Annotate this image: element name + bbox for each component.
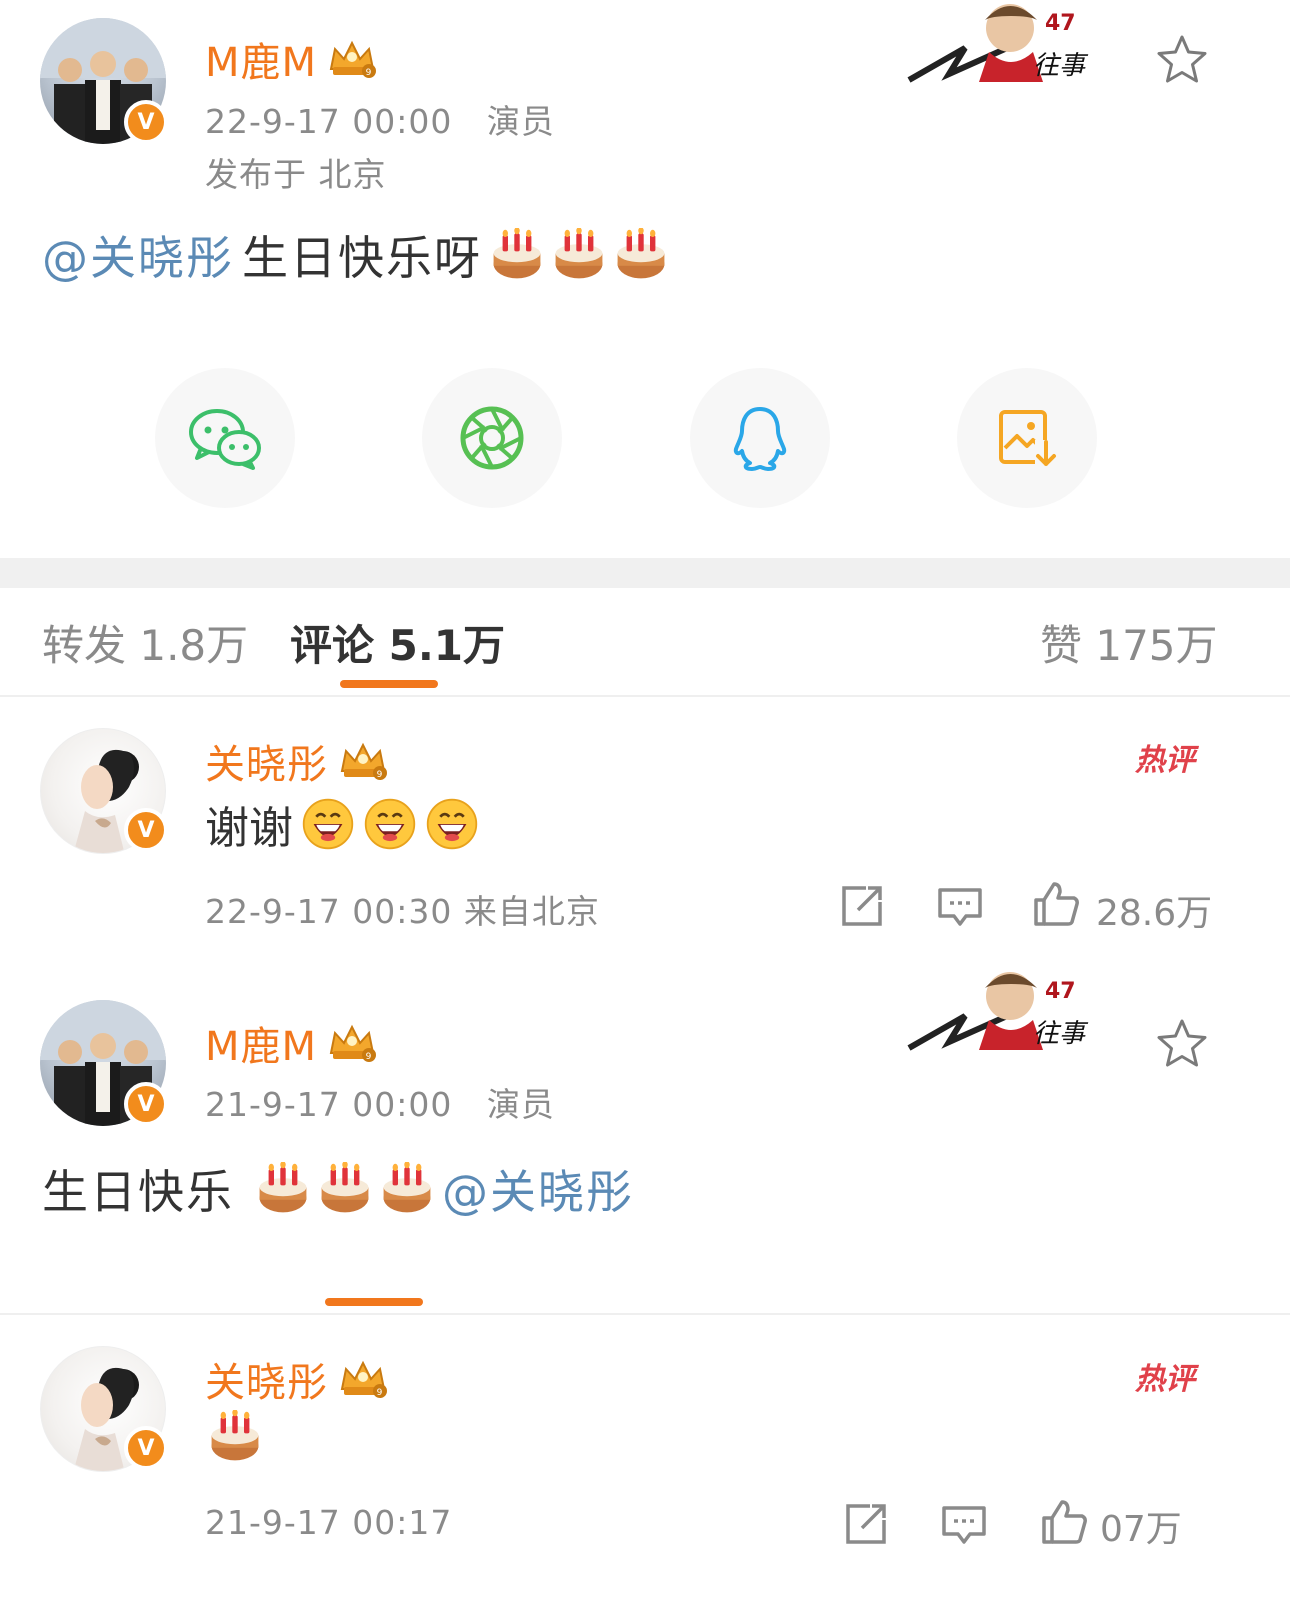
comment-icon[interactable] — [940, 1500, 988, 1548]
username-text[interactable]: M鹿M — [205, 1014, 317, 1072]
cake-icon — [380, 1162, 434, 1216]
star-icon[interactable] — [1154, 1016, 1210, 1072]
cake-icon — [208, 1410, 262, 1464]
card-decoration-icon: 47 往事 — [907, 972, 1089, 1051]
post-time: 22-9-17 00:00 — [205, 102, 453, 141]
like-count: 28.6万 — [1096, 893, 1213, 934]
mention-link[interactable]: @关晓彤 — [42, 222, 234, 288]
comment-body: 谢谢 — [205, 803, 293, 854]
divider-line — [0, 695, 1290, 697]
username[interactable]: 关晓彤 — [205, 732, 388, 790]
hot-comment-badge: 热评 — [1135, 743, 1195, 778]
comment-time: 21-9-17 00:17 — [205, 1503, 453, 1542]
verified-badge: V — [124, 1426, 168, 1470]
verified-badge: V — [124, 808, 168, 852]
crown-icon — [338, 1359, 388, 1399]
svg-text:往事: 往事 — [1033, 1019, 1089, 1049]
comment-text — [208, 1410, 262, 1464]
crown-icon — [338, 741, 388, 781]
comment-text: 谢谢 — [205, 792, 479, 856]
thumbs-up-icon[interactable] — [1040, 1498, 1088, 1546]
crown-icon — [327, 1023, 377, 1063]
post-text: 生日快乐 @关晓彤 — [42, 1156, 634, 1222]
qq-icon — [733, 407, 787, 471]
share-icon[interactable] — [842, 1500, 890, 1548]
star-icon[interactable] — [1154, 32, 1210, 88]
tab-indicator — [340, 680, 438, 688]
cake-icon — [318, 1162, 372, 1216]
post-time: 21-9-17 00:00 — [205, 1085, 453, 1124]
post-role: 演员 — [486, 102, 555, 141]
verified-badge: V — [124, 100, 168, 144]
like-count: 07万 — [1100, 1509, 1182, 1550]
hot-comment-badge: 热评 — [1135, 1362, 1195, 1397]
svg-text:47: 47 — [1045, 11, 1076, 36]
post-location: 发布于 北京 — [205, 155, 387, 194]
username[interactable]: M鹿M — [205, 1014, 377, 1072]
cake-icon — [552, 228, 606, 282]
post-meta: 22-9-17 00:00 演员 — [205, 95, 555, 143]
post-meta: 21-9-17 00:00 演员 — [205, 1078, 555, 1126]
comment-time: 22-9-17 00:30 来自北京 — [205, 892, 600, 931]
username-text[interactable]: 关晓彤 — [205, 732, 328, 790]
share-wechat-button[interactable] — [155, 368, 295, 508]
cake-icon — [614, 228, 668, 282]
username-text[interactable]: 关晓彤 — [205, 1350, 328, 1408]
laughing-face-icon — [363, 797, 417, 851]
comment-icon[interactable] — [936, 882, 984, 930]
moments-icon — [460, 406, 524, 470]
divider-line — [0, 1313, 1290, 1315]
thumbs-up-icon[interactable] — [1032, 880, 1080, 928]
svg-text:往事: 往事 — [1033, 51, 1089, 81]
section-divider — [0, 558, 1290, 588]
card-decoration-icon: 47 往事 — [907, 4, 1089, 83]
username[interactable]: M鹿M — [205, 30, 377, 88]
share-icon[interactable] — [838, 882, 886, 930]
cake-icon — [256, 1162, 310, 1216]
username[interactable]: 关晓彤 — [205, 1350, 388, 1408]
verified-badge: V — [124, 1082, 168, 1126]
post-role: 演员 — [486, 1085, 555, 1124]
laughing-face-icon — [425, 797, 479, 851]
share-qq-button[interactable] — [690, 368, 830, 508]
laughing-face-icon — [301, 797, 355, 851]
mention-link[interactable]: @关晓彤 — [442, 1156, 634, 1222]
post-body: 生日快乐 — [42, 1165, 234, 1219]
username-text[interactable]: M鹿M — [205, 30, 317, 88]
save-image-icon — [999, 410, 1057, 468]
share-moments-button[interactable] — [422, 368, 562, 508]
post-body: 生日快乐呀 — [242, 231, 482, 285]
svg-text:47: 47 — [1045, 979, 1076, 1004]
save-image-button[interactable] — [957, 368, 1097, 508]
tab-like[interactable]: 赞 175万 — [1040, 612, 1218, 673]
crown-icon — [327, 39, 377, 79]
tab-repost[interactable]: 转发 1.8万 — [42, 612, 248, 673]
tab-comment[interactable]: 评论 5.1万 — [290, 612, 505, 673]
post-text: @关晓彤 生日快乐呀 — [42, 222, 668, 288]
tab-indicator — [325, 1298, 423, 1306]
cake-icon — [490, 228, 544, 282]
wechat-icon — [189, 409, 261, 470]
